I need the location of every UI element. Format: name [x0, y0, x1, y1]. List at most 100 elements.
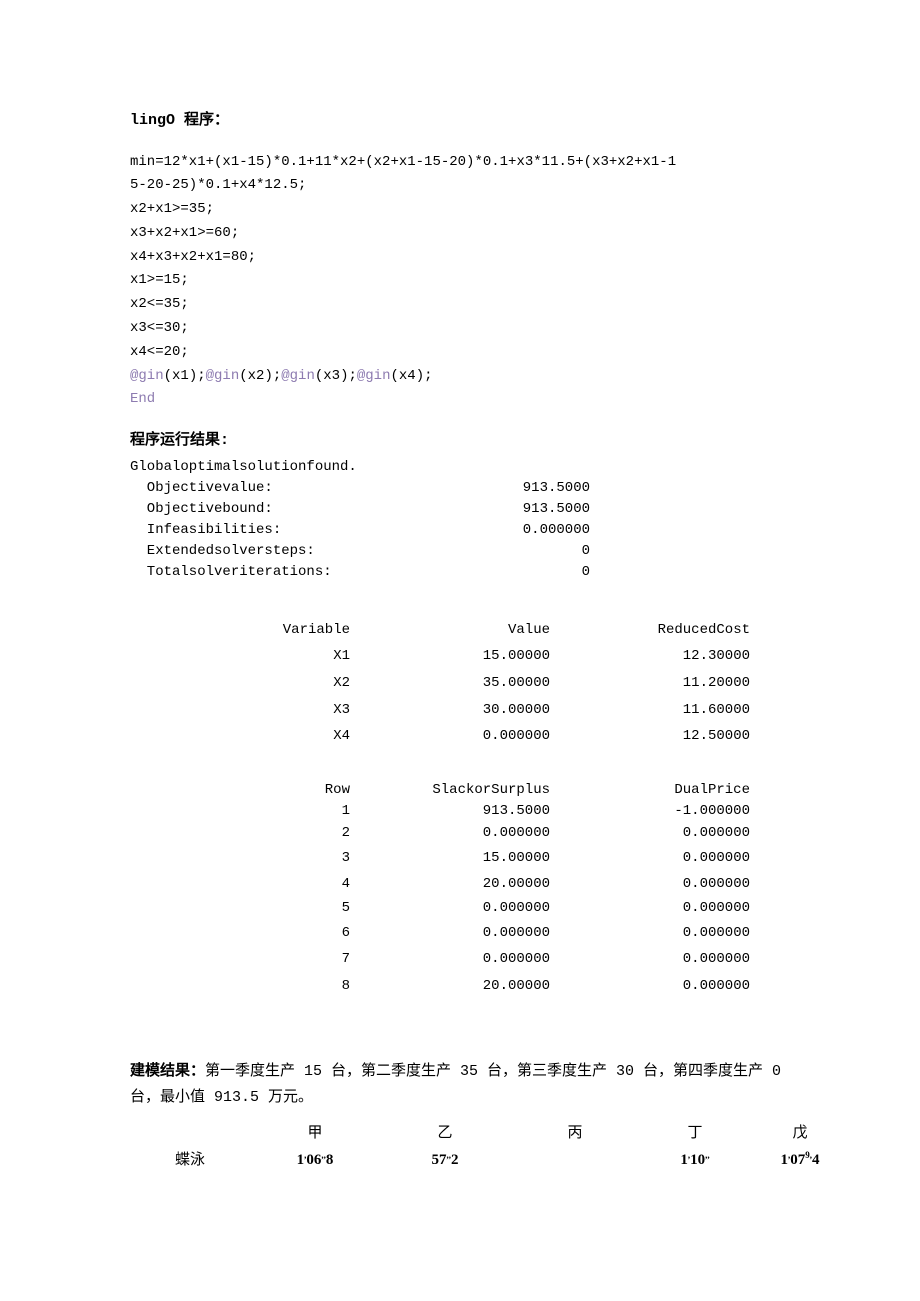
cell: 0.000000 — [550, 898, 750, 920]
col-戊: 戊 — [750, 1122, 850, 1145]
code-line: x3+x2+x1>=60; — [130, 225, 239, 241]
cell: 0.000000 — [550, 845, 750, 872]
cell: 0.000000 — [350, 898, 550, 920]
gin-call: @gin — [130, 368, 164, 384]
col-variable: Variable — [130, 617, 350, 644]
cell: 1,06,,8 — [250, 1149, 380, 1172]
cell — [130, 1122, 250, 1145]
cell: 12.50000 — [550, 723, 750, 750]
col-甲: 甲 — [250, 1122, 380, 1145]
table-row: X115.0000012.30000 — [130, 643, 790, 670]
table-row: 60.0000000.000000 — [130, 920, 790, 947]
cell: 3 — [130, 845, 350, 872]
cell: 0.000000 — [550, 823, 750, 845]
end-keyword: End — [130, 391, 155, 407]
conclusion-label: 建模结果： — [130, 1063, 205, 1080]
cell: X1 — [130, 643, 350, 670]
kv-row: Infeasibilities:0.000000 — [130, 520, 790, 541]
lingo-label: lingO — [130, 112, 175, 129]
table-header-row: Row SlackorSurplus DualPrice — [130, 780, 790, 802]
cell: 7 — [130, 946, 350, 973]
code-line: x4<=20; — [130, 344, 189, 360]
col-丙: 丙 — [510, 1122, 640, 1145]
code-text: (x2); — [239, 368, 281, 384]
kv-key: Objectivebound: — [130, 499, 273, 520]
cell: 12.30000 — [550, 643, 750, 670]
conclusion-text: 台，最小值 913.5 万元。 — [130, 1089, 313, 1106]
cell: 2 — [130, 823, 350, 845]
cell — [510, 1149, 640, 1172]
table-row: 20.0000000.000000 — [130, 823, 790, 845]
kv-key: Objectivevalue: — [130, 478, 273, 499]
cell: 0.000000 — [350, 723, 550, 750]
kv-key: Extendedsolversteps: — [130, 541, 315, 562]
cell: X3 — [130, 697, 350, 724]
kv-key: Totalsolveriterations: — [130, 562, 332, 583]
code-text: (x1); — [164, 368, 206, 384]
table-row: 420.000000.000000 — [130, 871, 790, 898]
kv-val: 0 — [332, 562, 790, 583]
code-line: x3<=30; — [130, 320, 189, 336]
conclusion-text: 第一季度生产 15 台，第二季度生产 35 台，第三季度生产 30 台，第四季度… — [205, 1063, 781, 1080]
table-row: 1913.5000-1.000000 — [130, 801, 790, 823]
cell: 0.000000 — [350, 920, 550, 947]
row-label: 蝶泳 — [130, 1149, 250, 1172]
lingo-label-suffix: 程序： — [175, 112, 229, 129]
cell: 11.60000 — [550, 697, 750, 724]
cell: 0.000000 — [550, 920, 750, 947]
cell: -1.000000 — [550, 801, 750, 823]
section-title-lingo: lingO 程序： — [130, 110, 790, 133]
cell: 20.00000 — [350, 973, 550, 1000]
solver-summary: Globaloptimalsolutionfound. Objectiveval… — [130, 457, 790, 583]
cell: 1,10,, — [640, 1149, 750, 1172]
cell: 57,,2 — [380, 1149, 510, 1172]
code-block: min=12*x1+(x1-15)*0.1+11*x2+(x2+x1-15-20… — [130, 151, 790, 413]
section-title-results: 程序运行结果: — [130, 430, 790, 453]
gin-call: @gin — [357, 368, 391, 384]
kv-val: 913.5000 — [273, 499, 790, 520]
code-text: (x4); — [390, 368, 432, 384]
cell: X2 — [130, 670, 350, 697]
table-row: 70.0000000.000000 — [130, 946, 790, 973]
table-row: X235.0000011.20000 — [130, 670, 790, 697]
code-line: min=12*x1+(x1-15)*0.1+11*x2+(x2+x1-15-20… — [130, 154, 676, 170]
table-row: X40.00000012.50000 — [130, 723, 790, 750]
cell: 0.000000 — [550, 973, 750, 1000]
col-slack: SlackorSurplus — [350, 780, 550, 802]
code-text: (x3); — [315, 368, 357, 384]
cell: 4 — [130, 871, 350, 898]
kv-val: 0.000000 — [281, 520, 790, 541]
cell: 0.000000 — [350, 823, 550, 845]
cell: 0.000000 — [550, 946, 750, 973]
cell: 11.20000 — [550, 670, 750, 697]
kv-row: Objectivebound:913.5000 — [130, 499, 790, 520]
kv-row: Totalsolveriterations:0 — [130, 562, 790, 583]
code-line: x2<=35; — [130, 296, 189, 312]
col-value: Value — [350, 617, 550, 644]
cell: 1,079,4 — [750, 1149, 850, 1172]
kv-val: 0 — [315, 541, 790, 562]
code-line: x1>=15; — [130, 272, 189, 288]
col-dualprice: DualPrice — [550, 780, 750, 802]
kv-key: Infeasibilities: — [130, 520, 281, 541]
col-丁: 丁 — [640, 1122, 750, 1145]
cell: 0.000000 — [550, 871, 750, 898]
col-乙: 乙 — [380, 1122, 510, 1145]
cell: 35.00000 — [350, 670, 550, 697]
code-line: 5-20-25)*0.1+x4*12.5; — [130, 177, 306, 193]
kv-row: Extendedsolversteps:0 — [130, 541, 790, 562]
swimmer-table: 甲 乙 丙 丁 戊 蝶泳 1,06,,8 57,,2 1,10,, 1,079,… — [130, 1122, 790, 1171]
document-page: lingO 程序： min=12*x1+(x1-15)*0.1+11*x2+(x… — [0, 0, 920, 1211]
row-table: Row SlackorSurplus DualPrice 1913.5000-1… — [130, 780, 790, 1000]
code-line: x2+x1>=35; — [130, 201, 214, 217]
gin-call: @gin — [281, 368, 315, 384]
table-row: X330.0000011.60000 — [130, 697, 790, 724]
cell: 6 — [130, 920, 350, 947]
code-line: x4+x3+x2+x1=80; — [130, 249, 256, 265]
cell: X4 — [130, 723, 350, 750]
cell: 15.00000 — [350, 643, 550, 670]
cell: 0.000000 — [350, 946, 550, 973]
conclusion-block: 建模结果：第一季度生产 15 台，第二季度生产 35 台，第三季度生产 30 台… — [130, 1059, 790, 1110]
gin-call: @gin — [206, 368, 240, 384]
cell: 30.00000 — [350, 697, 550, 724]
